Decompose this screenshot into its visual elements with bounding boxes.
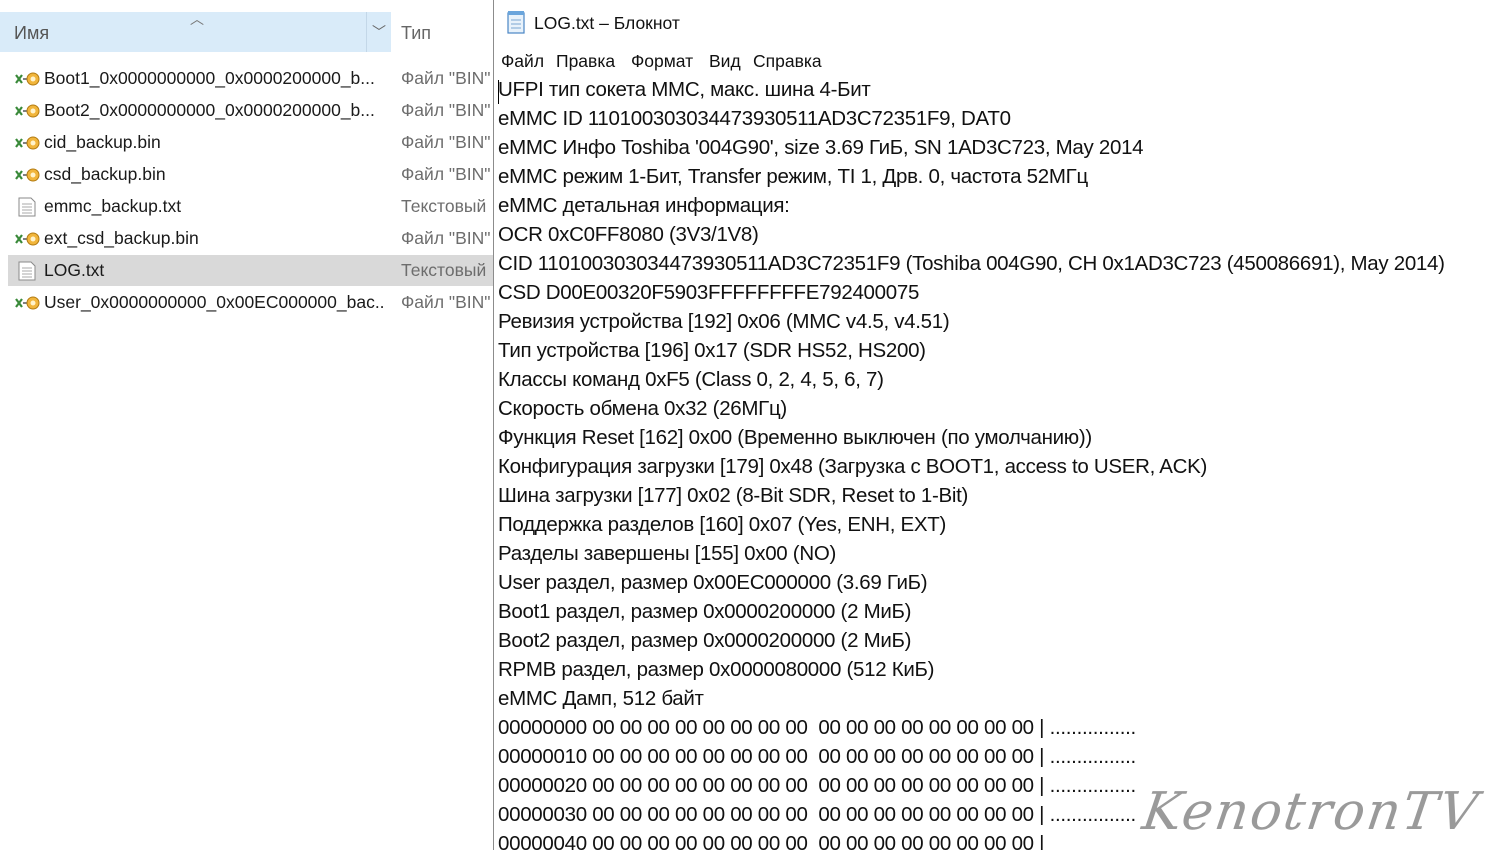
window-title: LOG.txt – Блокнот: [534, 13, 680, 33]
file-name: csd_backup.bin: [44, 164, 166, 184]
menu-bar: Файл Правка Формат Вид Справка: [494, 46, 1487, 76]
bin-file-icon: [15, 72, 40, 86]
column-header-type[interactable]: Тип: [401, 23, 431, 44]
file-type: Файл "BIN": [401, 100, 491, 120]
text-editor-area[interactable]: UFPI тип сокета MMC, макс. шина 4-Бит eMM…: [494, 76, 1487, 850]
text-line: Скорость обмена 0x32 (26МГц): [498, 397, 787, 420]
text-line: Классы команд 0xF5 (Class 0, 2, 4, 5, 6,…: [498, 368, 884, 391]
text-line: eMMC детальная информация:: [498, 194, 790, 217]
file-type: Файл "BIN": [401, 68, 491, 88]
text-line: Тип устройства [196] 0x17 (SDR HS52, HS2…: [498, 339, 926, 362]
text-line: eMMC Инфо Toshiba '004G90', size 3.69 Ги…: [498, 136, 1144, 159]
file-type: Файл "BIN": [401, 292, 491, 312]
text-line: eMMC Дамп, 512 байт: [498, 687, 704, 710]
file-type: Текстовый: [401, 260, 487, 280]
file-type: Файл "BIN": [401, 132, 491, 152]
bin-file-icon: [15, 232, 40, 246]
text-line: Boot2 раздел, размер 0x0000200000 (2 МиБ…: [498, 629, 912, 652]
file-type: Текстовый: [401, 196, 487, 216]
text-line: eMMC режим 1-Бит, Transfer режим, TI 1, …: [498, 165, 1088, 188]
notepad-window: LOG.txt – Блокнот Файл Правка Формат Вид…: [493, 0, 1487, 850]
text-line: CID 110100303034473930511AD3C72351F9 (To…: [498, 252, 1445, 275]
menu-view[interactable]: Вид: [709, 51, 741, 72]
file-type: Файл "BIN": [401, 228, 491, 248]
menu-file[interactable]: Файл: [501, 51, 544, 72]
file-name: Boot2_0x0000000000_0x0000200000_b...: [44, 100, 375, 120]
file-row[interactable]: LOG.txt Текстовый: [8, 255, 493, 286]
text-line: 00000000 00 00 00 00 00 00 00 00 00 00 0…: [498, 716, 1136, 739]
watermark: KenotronTV: [1138, 782, 1484, 842]
menu-help[interactable]: Справка: [753, 51, 822, 72]
file-row[interactable]: Boot2_0x0000000000_0x0000200000_b... Файл…: [8, 95, 493, 126]
file-row[interactable]: Boot1_0x0000000000_0x0000200000_b... Файл…: [8, 63, 493, 94]
file-name: emmc_backup.txt: [44, 196, 182, 216]
text-line: 00000030 00 00 00 00 00 00 00 00 00 00 0…: [498, 803, 1136, 826]
text-line: UFPI тип сокета MMC, макс. шина 4-Бит: [498, 78, 871, 101]
text-line: eMMC ID 110100303034473930511AD3C72351F9…: [498, 107, 1011, 130]
file-type: Файл "BIN": [401, 164, 491, 184]
chevron-down-icon: ﹀: [372, 24, 386, 40]
bin-file-icon: [15, 296, 40, 310]
text-line: OCR 0xC0FF8080 (3V3/1V8): [498, 223, 759, 246]
text-file-icon: [18, 261, 36, 281]
file-row[interactable]: csd_backup.bin Файл "BIN": [8, 159, 493, 190]
bin-file-icon: [15, 104, 40, 118]
text-line: Функция Reset [162] 0x00 (Временно выклю…: [498, 426, 1092, 449]
sort-ascending-icon: ︿: [190, 11, 204, 27]
file-name: User_0x0000000000_0x00EC000000_bac...: [44, 292, 384, 312]
text-line: Конфигурация загрузки [179] 0x48 (Загруз…: [498, 455, 1208, 478]
text-file-icon: [18, 197, 36, 217]
file-name: cid_backup.bin: [44, 132, 161, 152]
file-row[interactable]: emmc_backup.txt Текстовый: [8, 191, 493, 222]
column-header-name[interactable]: ︿ Имя: [0, 11, 367, 52]
column-filter-dropdown[interactable]: ﹀: [367, 12, 391, 52]
file-row[interactable]: ext_csd_backup.bin Файл "BIN": [8, 223, 493, 254]
text-line: Ревизия устройства [192] 0x06 (MMC v4.5,…: [498, 310, 950, 333]
text-line: 00000020 00 00 00 00 00 00 00 00 00 00 0…: [498, 774, 1136, 797]
text-line: 00000010 00 00 00 00 00 00 00 00 00 00 0…: [498, 745, 1136, 768]
text-line: CSD D00E00320F5903FFFFFFFFE792400075: [498, 281, 920, 304]
column-header-name-label: Имя: [14, 23, 50, 43]
text-line: Boot1 раздел, размер 0x0000200000 (2 МиБ…: [498, 600, 912, 623]
text-line: Разделы завершены [155] 0x00 (NO): [498, 542, 836, 565]
notepad-icon: [507, 11, 525, 34]
text-line: Шина загрузки [177] 0x02 (8-Bit SDR, Res…: [498, 484, 969, 507]
bin-file-icon: [15, 168, 40, 182]
file-name: Boot1_0x0000000000_0x0000200000_b...: [44, 68, 375, 88]
text-line: 00000040 00 00 00 00 00 00 00 00 00 00 0…: [498, 832, 1050, 850]
column-header-row: ︿ Имя ﹀ Тип: [0, 11, 493, 54]
menu-edit[interactable]: Правка: [556, 51, 615, 72]
text-line: Поддержка разделов [160] 0x07 (Yes, ENH,…: [498, 513, 946, 536]
text-line: User раздел, размер 0x00EC000000 (3.69 Г…: [498, 571, 928, 594]
file-name: LOG.txt: [44, 260, 105, 280]
file-row[interactable]: cid_backup.bin Файл "BIN": [8, 127, 493, 158]
file-name: ext_csd_backup.bin: [44, 228, 199, 248]
text-line: RPMB раздел, размер 0x0000080000 (512 Ки…: [498, 658, 935, 681]
bin-file-icon: [15, 136, 40, 150]
file-explorer: ︿ Имя ﹀ Тип Boot1_0x0000000000_0x0000200…: [0, 0, 493, 850]
file-row[interactable]: User_0x0000000000_0x00EC000000_bac... Фай…: [8, 287, 493, 318]
title-bar[interactable]: LOG.txt – Блокнот: [494, 0, 1487, 46]
menu-format[interactable]: Формат: [631, 51, 693, 72]
